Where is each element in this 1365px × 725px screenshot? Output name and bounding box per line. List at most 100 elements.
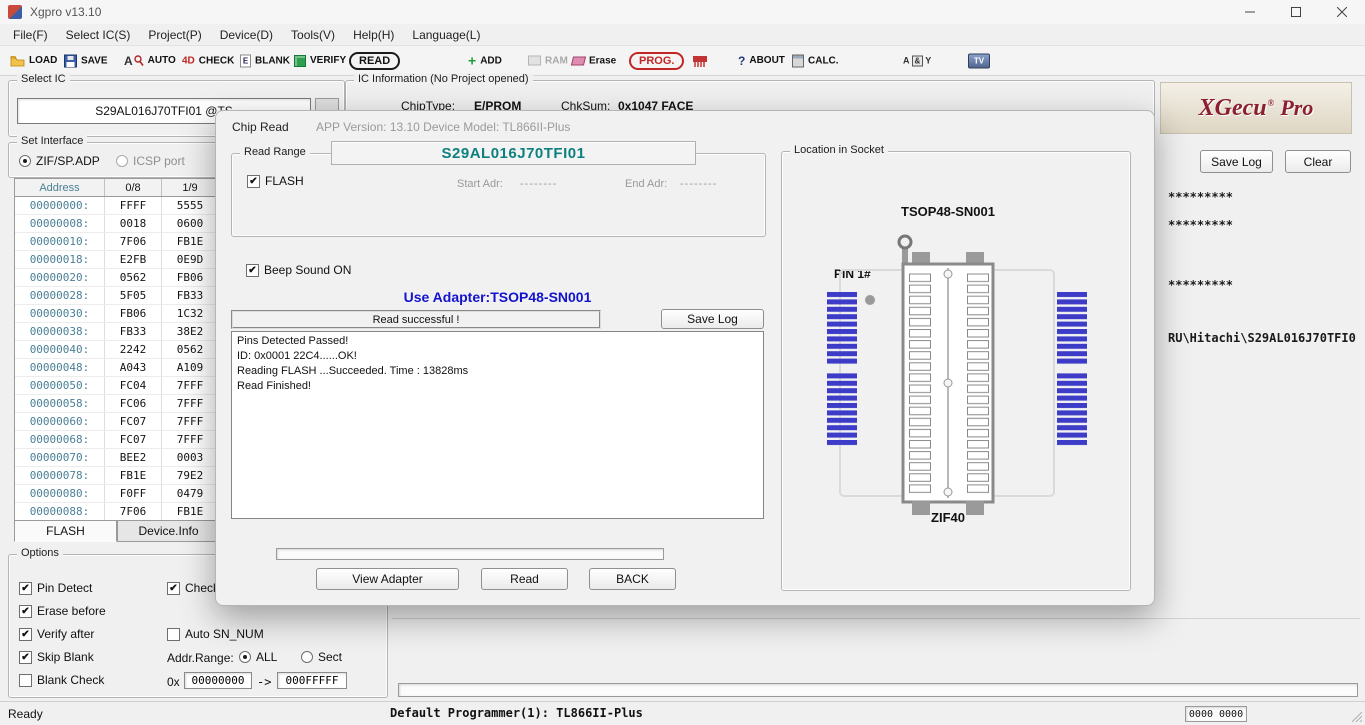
checkbox-icon [19,650,32,664]
menu-item[interactable]: File(F) [4,26,57,44]
logic-y: Y [925,55,932,66]
save-log-button[interactable]: Save Log [1200,150,1273,173]
erase-before-checkbox[interactable]: Erase before [19,604,106,618]
clear-button[interactable]: Clear [1285,150,1351,173]
resize-grip[interactable] [1352,712,1362,722]
menu-item[interactable]: Tools(V) [282,26,344,44]
verify-after-checkbox[interactable]: Verify after [19,627,94,641]
hex-value: A043 [105,359,162,376]
close-button[interactable] [1319,0,1365,24]
blank-button[interactable]: E BLANK [240,54,290,67]
blank-check-checkbox[interactable]: Blank Check [19,673,104,687]
verify-label: VERIFY [310,55,347,66]
hex-value: FC06 [105,395,162,412]
calc-button[interactable]: CALC. [792,54,839,67]
hex-row: 00000008: 0018 0600 [15,215,219,233]
menu-item[interactable]: Project(P) [139,26,210,44]
hex-value: FB33 [105,323,162,340]
hex-header-col1: 1/9 [162,179,219,196]
xgpro-window: Xgpro v13.10 File(F) Select IC(S) Project(… [0,0,1365,725]
maximize-button[interactable] [1273,0,1319,24]
menu-item[interactable]: Help(H) [344,26,403,44]
hex-table[interactable]: Address 0/8 1/9 00000000: FFFF 5555 0000… [14,178,220,522]
menu-item[interactable]: Select IC(S) [57,26,140,44]
hex-value: 7FFF [162,395,219,412]
pin-detect-label: Pin Detect [37,581,93,595]
verify-button[interactable]: VERIFY [294,54,347,67]
question-icon: ? [738,53,746,68]
icsp-radio[interactable]: ICSP port [116,154,185,168]
load-button[interactable]: LOAD [10,55,57,67]
dialog-log-line: ID: 0x0001 22C4......OK! [237,350,357,362]
tv-button[interactable]: TV [968,53,990,68]
hex-value: 7F06 [105,503,162,520]
dialog-read-button[interactable]: Read [481,568,568,590]
erase-button[interactable]: Erase [570,55,616,66]
hex-row: 00000030: FB06 1C32 [15,305,219,323]
flash-checkbox[interactable]: FLASH [247,174,304,188]
range-to-input[interactable] [277,672,347,689]
about-button[interactable]: ? ABOUT [738,54,785,68]
main-progress-bar [398,683,1358,697]
ic-info-label: IC Information (No Project opened) [354,73,533,85]
ram-button[interactable]: RAM [528,55,568,66]
disk-icon [64,54,77,67]
xgecu-logo: XGecu ® Pro [1160,82,1352,134]
tab-device-info[interactable]: Device.Info [117,520,220,542]
back-button[interactable]: BACK [589,568,676,590]
save-button[interactable]: SAVE [64,54,108,67]
hex-value: 5F05 [105,287,162,304]
read-button[interactable]: READ [349,51,401,70]
hex-value: 1C32 [162,305,219,322]
hex-row: 00000078: FB1E 79E2 [15,467,219,485]
minimize-button[interactable] [1227,0,1273,24]
dialog-read-label: Read [510,572,539,586]
beep-checkbox[interactable]: Beep Sound ON [246,263,351,277]
radio-icon [239,651,251,663]
hex-row: 00000060: FC07 7FFF [15,413,219,431]
hex-value: 38E2 [162,323,219,340]
radio-icon [116,155,128,167]
view-adapter-button[interactable]: View Adapter [316,568,459,590]
read-range-label: Read Range [240,146,310,158]
checkbox-icon [19,604,32,618]
addr-range-sect-radio[interactable]: Sect [301,650,342,664]
menubar: File(F) Select IC(S) Project(P) Device(D) To… [0,24,1365,45]
zif-radio[interactable]: ZIF/SP.ADP [19,154,100,168]
range-from-input[interactable] [184,672,252,689]
hex-address: 00000050: [15,377,105,394]
tab-flash[interactable]: FLASH [14,520,117,542]
hex-value: FB06 [162,269,219,286]
minimize-icon [1245,11,1255,13]
hex-address: 00000008: [15,215,105,232]
skip-blank-checkbox[interactable]: Skip Blank [19,650,94,664]
menu-item[interactable]: Language(L) [403,26,489,44]
dialog-save-log-button[interactable]: Save Log [661,309,764,329]
addr-range-all-radio[interactable]: ALL [239,650,277,664]
tab-device-info-label: Device.Info [138,524,199,538]
magnifier-icon [133,54,144,66]
check-checkbox[interactable]: Check [167,581,219,595]
auto-sn-label: Auto SN_NUM [185,627,264,641]
hex-value: FB1E [162,503,219,520]
logic-a: A [903,55,910,66]
auto-icon: A [124,53,133,68]
calculator-icon [792,54,804,67]
add-button[interactable]: + ADD [468,54,502,68]
chip-button[interactable] [692,54,708,68]
hex-value: FB06 [105,305,162,322]
hex-row: 00000038: FB33 38E2 [15,323,219,341]
hex-row: 00000020: 0562 FB06 [15,269,219,287]
dialog-log-area[interactable]: Pins Detected Passed! ID: 0x0001 22C4....… [231,331,764,519]
prog-button[interactable]: PROG. [629,51,685,70]
logo-pro-text: Pro [1280,95,1314,120]
auto-button[interactable]: A AUTO [124,54,176,68]
auto-sn-checkbox[interactable]: Auto SN_NUM [167,627,264,641]
menu-item[interactable]: Device(D) [211,26,282,44]
pin-detect-checkbox[interactable]: Pin Detect [19,581,92,595]
hex-row: 00000040: 2242 0562 [15,341,219,359]
logic-button[interactable]: A & Y [903,55,931,66]
info-log-line: ********* [1168,278,1234,292]
check-button[interactable]: 4D CHECK [182,55,234,66]
window-controls [1227,0,1365,24]
